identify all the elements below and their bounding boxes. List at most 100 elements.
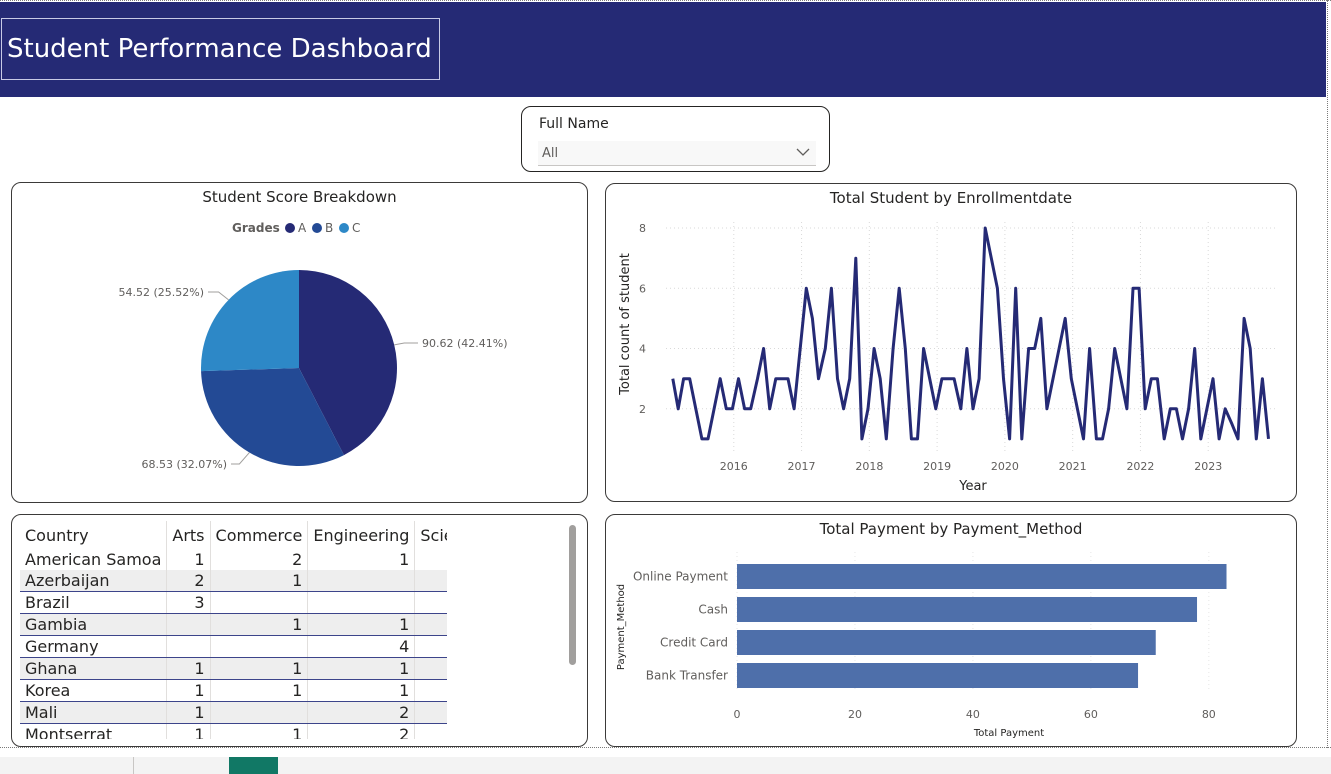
country-cell: Brazil [20, 591, 168, 614]
table-row[interactable]: Gambia112 [20, 613, 447, 636]
table-row[interactable]: Korea1111 [20, 679, 447, 702]
count-cell: 2 [307, 701, 416, 724]
country-cell: Ghana [20, 657, 168, 680]
matrix-header-row: CountryArtsCommerceEngineeringScience [20, 521, 447, 549]
pie-data-label-B: 68.53 (32.07%) [141, 458, 227, 471]
count-cell [307, 570, 416, 592]
count-cell: 1 [414, 679, 447, 702]
x-tick-label: 60 [1084, 708, 1098, 721]
matrix-body: American Samoa121Azerbaijan211Brazil31Ga… [20, 549, 447, 739]
count-cell: 1 [210, 679, 309, 702]
pie-leader-B [231, 452, 250, 465]
add-page-button[interactable] [229, 757, 278, 774]
pie-data-label-C: 54.52 (25.52%) [118, 286, 204, 299]
count-cell: 1 [166, 657, 211, 680]
x-tick-label: 2020 [991, 460, 1019, 473]
pie-chart-card[interactable]: Student Score Breakdown Grades A B C 90.62 (… [11, 182, 588, 503]
count-cell: 2 [414, 613, 447, 636]
legend-title: Grades [232, 221, 280, 235]
legend-label-C: C [352, 221, 360, 235]
x-tick-label: 80 [1202, 708, 1216, 721]
country-matrix[interactable]: CountryArtsCommerceEngineeringScience Am… [20, 521, 447, 739]
count-cell: 3 [166, 591, 211, 614]
column-header-commerce[interactable]: Commerce [210, 521, 309, 549]
x-tick-label: 2019 [923, 460, 951, 473]
line-chart-card[interactable]: Total Student by Enrollmentdate 2 4 6 8 2016… [605, 183, 1297, 502]
pie-leader-C [208, 291, 229, 301]
count-cell: 1 [210, 657, 309, 680]
table-row[interactable]: Brazil3 1 [20, 591, 447, 614]
x-tick-label: 2017 [788, 460, 816, 473]
count-cell: 1 [166, 679, 211, 702]
matrix-scrollbar[interactable] [569, 525, 576, 665]
bar-chart-card[interactable]: Total Payment by Payment_Method 0 20 40 60 8… [605, 514, 1297, 747]
line-chart[interactable]: 2 4 6 8 2016 2017 2018 2019 2020 2021 2022 2023 Year… [606, 184, 1296, 501]
count-cell [414, 549, 447, 570]
bar-online-payment [737, 564, 1227, 589]
country-cell: Gambia [20, 613, 168, 636]
table-row[interactable]: Ghana1111 [20, 657, 447, 680]
y-tick-label: 2 [639, 403, 646, 416]
column-header-country[interactable]: Country [20, 521, 168, 549]
column-header-engineering[interactable]: Engineering [307, 521, 416, 549]
y-category-label: Credit Card [660, 636, 728, 650]
y-tick-label: 8 [639, 222, 646, 235]
country-matrix-card[interactable]: CountryArtsCommerceEngineeringScience Am… [11, 514, 588, 747]
country-cell: American Samoa [20, 549, 168, 570]
bar-cash [737, 597, 1198, 622]
legend-label-A: A [298, 221, 307, 235]
y-axis-title: Payment_Method [616, 584, 627, 670]
y-category-label: Online Payment [633, 570, 728, 584]
pie-chart[interactable]: Grades A B C 90.62 (42.41%) 68.53 (32.07%) 54.… [12, 183, 587, 502]
page-tab-bar [0, 757, 1331, 774]
count-cell: 1 [210, 570, 309, 592]
bar-bank-transfer [737, 663, 1139, 688]
count-cell [166, 635, 211, 658]
slicer-selected-value: All [542, 146, 559, 161]
bar-chart[interactable]: 0 20 40 60 80 Online Payment Cash Credit Card Ba… [606, 515, 1296, 746]
count-cell [210, 635, 309, 658]
count-cell [210, 591, 309, 614]
y-category-label: Cash [698, 603, 728, 617]
table-row[interactable]: Germany 41 [20, 635, 447, 658]
count-cell: 1 [414, 635, 447, 658]
column-header-science[interactable]: Science [415, 521, 447, 549]
count-cell: 1 [166, 549, 211, 570]
count-cell: 4 [307, 635, 416, 658]
pie-slice-C [201, 270, 299, 372]
country-cell: Mali [20, 701, 168, 724]
page-title[interactable]: Student Performance Dashboard [1, 18, 440, 80]
country-cell: Azerbaijan [20, 570, 168, 592]
chevron-down-icon [796, 148, 810, 156]
count-cell: 1 [166, 701, 211, 724]
count-cell: 2 [210, 549, 309, 570]
pie-leader-A [394, 342, 418, 346]
x-axis-title: Year [958, 479, 987, 494]
count-cell: 1 [307, 657, 416, 680]
x-tick-label: 40 [966, 708, 980, 721]
x-tick-label: 2023 [1194, 460, 1222, 473]
dashboard-header: Student Performance Dashboard [0, 2, 1326, 97]
count-cell: 1 [210, 723, 309, 739]
full-name-slicer[interactable]: Full Name All [521, 106, 830, 172]
table-row[interactable]: American Samoa 1 2 1 [20, 549, 447, 570]
x-tick-label: 2016 [720, 460, 748, 473]
table-row[interactable]: Azerbaijan211 [20, 570, 447, 592]
x-tick-label: 2021 [1059, 460, 1087, 473]
y-tick-label: 4 [639, 343, 646, 356]
country-cell: Korea [20, 679, 168, 702]
slicer-label: Full Name [539, 116, 609, 132]
count-cell: 1 [210, 613, 309, 636]
full-name-dropdown[interactable]: All [538, 141, 816, 166]
table-row[interactable]: Mali121 [20, 701, 447, 724]
pie-data-label-A: 90.62 (42.41%) [422, 337, 508, 350]
line-series [671, 226, 1270, 441]
count-cell: 2 [166, 570, 211, 592]
count-cell [414, 723, 447, 739]
y-axis-title: Total count of student [618, 253, 633, 396]
pie-legend: Grades A B C [232, 221, 360, 235]
table-row[interactable]: Montserrat 1 1 2 [20, 723, 447, 739]
column-header-arts[interactable]: Arts [166, 521, 211, 549]
x-tick-label: 20 [848, 708, 862, 721]
count-cell: 2 [307, 723, 416, 739]
